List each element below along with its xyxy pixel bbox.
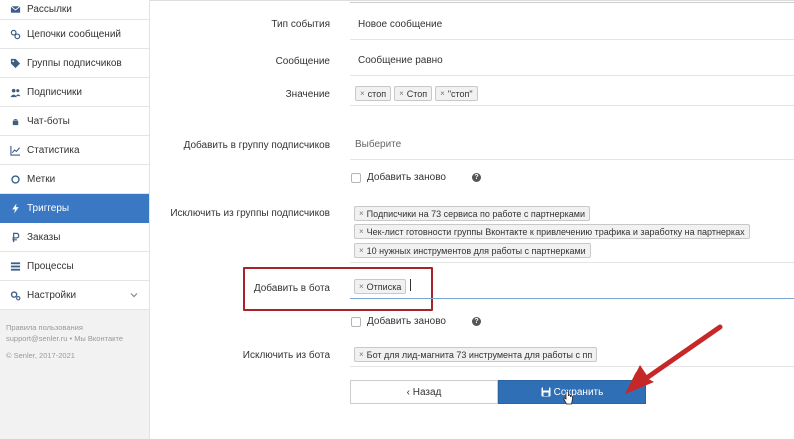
sidebar-item-chatbots[interactable]: Чат-боты (0, 107, 149, 136)
chart-icon (9, 144, 21, 156)
exclude-group-chip-3[interactable]: × 10 нужных инструментов для работы с пар… (354, 243, 594, 258)
exclude-group-chip-1[interactable]: × Подписчики на 73 сервиса по работе с па… (354, 206, 593, 221)
add-again-checkbox-2[interactable] (351, 316, 361, 327)
group-chip[interactable]: × Чек-лист готовности группы Вконтакте к … (354, 224, 750, 239)
sidebar-item-label: Настройки (27, 289, 77, 301)
sidebar-item-settings[interactable]: Настройки (0, 281, 149, 310)
add-again-label-2: Добавить заново (367, 316, 446, 327)
sidebar-item-subscriber-groups[interactable]: Группы подписчиков (0, 49, 149, 78)
ruble-icon (9, 231, 21, 243)
bot-chip[interactable]: × Отписка (354, 279, 407, 294)
back-button[interactable]: ‹ Назад (350, 380, 498, 404)
sidebar-item-label: Заказы (27, 231, 61, 243)
sidebar-item-label: Подписчики (27, 86, 83, 98)
sidebar-item-label: Группы подписчиков (27, 57, 122, 69)
sidebar-item-message-chains[interactable]: Цепочки сообщений (0, 20, 149, 49)
bot-chip[interactable]: × Бот для лид-магнита 73 инструмента для … (354, 347, 598, 362)
group-chip[interactable]: × 10 нужных инструментов для работы с пар… (354, 243, 591, 258)
value-label: Значение (285, 89, 330, 100)
value-chip[interactable]: × "стоп" (435, 86, 478, 101)
sidebar-item-label: Метки (27, 173, 56, 185)
copyright: © Senler, 2017-2021 (6, 351, 75, 360)
add-to-group-select[interactable]: Выберите (355, 139, 401, 150)
value-tags-input[interactable]: × стоп × Стоп × "стоп" (355, 86, 481, 101)
sidebar-item-label: Рассылки (27, 4, 72, 15)
remove-chip-icon[interactable]: × (359, 209, 364, 218)
sidebar-item-label: Триггеры (27, 202, 70, 214)
help-icon[interactable]: ? (471, 317, 481, 326)
terms-link[interactable]: Правила пользования (0, 322, 149, 333)
hand-pointer-icon (563, 391, 573, 405)
text-cursor (410, 279, 411, 291)
group-chip[interactable]: × Подписчики на 73 сервиса по работе с па… (354, 206, 591, 221)
remove-chip-icon[interactable]: × (440, 89, 445, 98)
remove-chip-icon[interactable]: × (359, 350, 364, 359)
sidebar-item-processes[interactable]: Процессы (0, 252, 149, 281)
sidebar-item-label: Чат-боты (27, 115, 70, 127)
remove-chip-icon[interactable]: × (399, 89, 404, 98)
users-icon (9, 86, 21, 98)
field-divider (350, 159, 794, 160)
add-again-checkbox[interactable] (351, 172, 361, 183)
sidebar-item-statistics[interactable]: Статистика (0, 136, 149, 165)
field-divider (350, 105, 794, 106)
support-contacts[interactable]: support@senler.ru • Мы Вконтакте (0, 333, 149, 344)
add-to-bot-tags-input[interactable]: × Отписка (354, 279, 409, 294)
field-divider (350, 39, 794, 40)
red-arrow-annotation (625, 324, 723, 394)
field-focus-underline (350, 298, 794, 299)
list-icon (9, 260, 21, 272)
save-label: Сохранить (553, 386, 604, 398)
bolt-icon (9, 202, 21, 214)
exclude-group-label: Исключить из группы подписчиков (170, 208, 330, 219)
sidebar-item-tags[interactable]: Метки (0, 165, 149, 194)
chain-icon (9, 28, 21, 40)
gear-icon (9, 289, 21, 301)
envelope-icon (9, 4, 21, 16)
sidebar-item-label: Цепочки сообщений (27, 28, 121, 40)
sidebar-item-triggers[interactable]: Триггеры (0, 194, 149, 223)
field-divider (350, 262, 794, 263)
sidebar-footer: Правила пользования support@senler.ru • … (0, 310, 149, 361)
message-label: Сообщение (275, 56, 330, 67)
sidebar-item-label: Процессы (27, 260, 74, 272)
sidebar-item-label: Статистика (27, 144, 80, 156)
add-to-group-label: Добавить в группу подписчиков (183, 140, 330, 151)
sidebar-item-mailings[interactable]: Рассылки (0, 0, 149, 20)
remove-chip-icon[interactable]: × (359, 282, 364, 291)
event-type-select[interactable]: Новое сообщение (358, 19, 442, 30)
add-again-row: Добавить заново ? (351, 172, 481, 183)
add-to-bot-label: Добавить в бота (253, 283, 330, 294)
event-type-label: Тип события (271, 19, 330, 30)
exclude-bot-tags-input[interactable]: × Бот для лид-магнита 73 инструмента для … (354, 347, 600, 362)
remove-chip-icon[interactable]: × (360, 89, 365, 98)
floppy-disk-icon (541, 387, 551, 397)
message-condition-select[interactable]: Сообщение равно (358, 55, 443, 66)
value-chip[interactable]: × стоп (355, 86, 392, 101)
sidebar-item-subscribers[interactable]: Подписчики (0, 78, 149, 107)
tag-icon (9, 57, 21, 69)
remove-chip-icon[interactable]: × (359, 246, 364, 255)
add-again-row-2: Добавить заново ? (351, 316, 481, 327)
add-again-label: Добавить заново (367, 172, 446, 183)
field-divider (350, 75, 794, 76)
sidebar: Рассылки Цепочки сообщений Группы подпис… (0, 0, 150, 439)
top-field-border (350, 0, 794, 3)
sidebar-item-orders[interactable]: Заказы (0, 223, 149, 252)
value-chip[interactable]: × Стоп (394, 86, 433, 101)
exclude-group-chip-2[interactable]: × Чек-лист готовности группы Вконтакте к … (354, 224, 753, 239)
chevron-down-icon[interactable] (129, 290, 139, 300)
exclude-bot-label: Исключить из бота (242, 350, 330, 361)
help-icon[interactable]: ? (471, 173, 481, 182)
circle-icon (9, 173, 21, 185)
remove-chip-icon[interactable]: × (359, 227, 364, 236)
android-icon (9, 115, 21, 127)
